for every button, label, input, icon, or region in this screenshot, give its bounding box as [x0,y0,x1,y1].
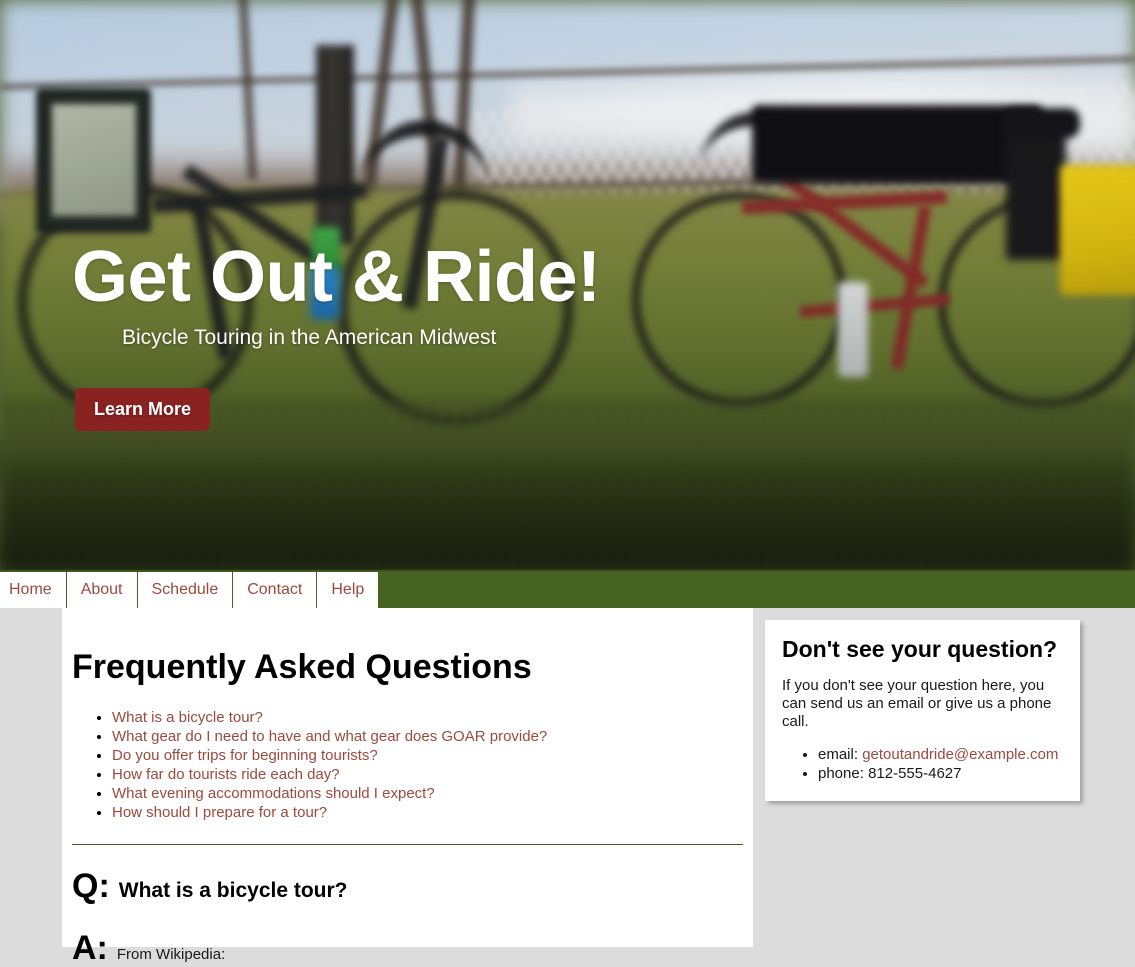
sidebar-card: Don't see your question? If you don't se… [765,620,1080,801]
page-title: Get Out & Ride! [72,237,601,317]
nav-item-about[interactable]: About [66,572,138,608]
nav-item-contact[interactable]: Contact [233,572,318,608]
nav-item-home[interactable]: Home [0,572,67,608]
list-item: What evening accommodations should I exp… [112,785,753,803]
email-link[interactable]: getoutandride@example.com [862,746,1058,763]
faq-link-5[interactable]: What evening accommodations should I exp… [112,785,435,802]
hero-text-block: Get Out & Ride! Bicycle Touring in the A… [72,237,601,431]
sidebar-heading: Don't see your question? [782,636,1058,662]
list-item: How should I prepare for a tour? [112,804,753,822]
list-item: How far do tourists ride each day? [112,766,753,784]
page-body: Frequently Asked Questions What is a bic… [0,608,1135,965]
faq-link-6[interactable]: How should I prepare for a tour? [112,804,327,821]
qa-question-row: Q: What is a bicycle tour? [72,869,753,903]
nav-item-help[interactable]: Help [317,572,380,608]
section-divider [72,844,743,845]
email-label: email: [818,746,859,763]
list-item: What gear do I need to have and what gea… [112,728,753,746]
qa-answer-row: A: From Wikipedia: [72,931,753,965]
question-marker: Q: [72,867,110,905]
page-subtitle: Bicycle Touring in the American Midwest [122,325,497,349]
phone-value: 812-555-4627 [868,765,962,782]
faq-link-4[interactable]: How far do tourists ride each day? [112,766,340,783]
faq-link-3[interactable]: Do you offer trips for beginning tourist… [112,747,378,764]
list-item: email: getoutandride@example.com [818,745,1063,764]
faq-heading: Frequently Asked Questions [72,648,532,686]
qa-question-text: What is a bicycle tour? [118,879,348,902]
phone-label: phone: [818,765,864,782]
qa-block: Q: What is a bicycle tour? A: From Wikip… [72,869,753,965]
main-content-card: Frequently Asked Questions What is a bic… [62,608,753,965]
faq-question-list: What is a bicycle tour? What gear do I n… [72,709,753,822]
list-item: phone: 812-555-4627 [818,764,1063,783]
sidebar-contact-list: email: getoutandride@example.com phone: … [782,745,1063,783]
list-item: Do you offer trips for beginning tourist… [112,747,753,765]
answer-marker: A: [72,929,108,967]
main-navigation: Home About Schedule Contact Help [0,570,1135,608]
faq-link-2[interactable]: What gear do I need to have and what gea… [112,728,547,745]
list-item: What is a bicycle tour? [112,709,753,727]
learn-more-button[interactable]: Learn More [75,387,211,431]
sidebar-body-text: If you don't see your question here, you… [782,677,1052,730]
faq-link-1[interactable]: What is a bicycle tour? [112,709,263,726]
qa-answer-text: From Wikipedia: [116,946,226,963]
hero-banner: Get Out & Ride! Bicycle Touring in the A… [0,0,1135,570]
nav-item-schedule[interactable]: Schedule [137,572,234,608]
